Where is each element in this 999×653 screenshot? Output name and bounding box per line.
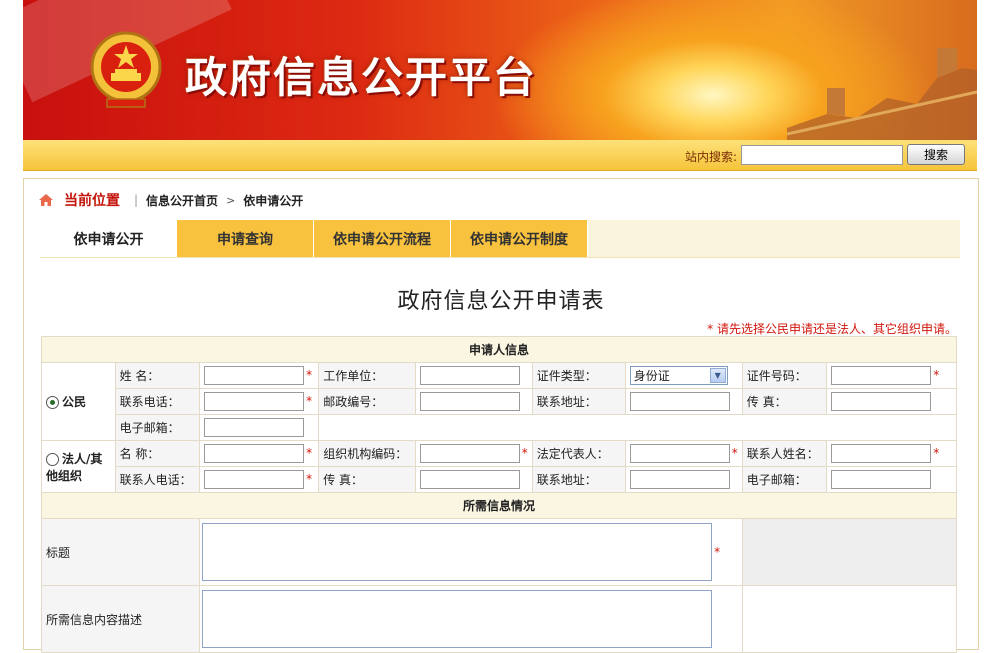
label-legal-rep: 法定代表人： (531, 440, 626, 467)
form-note: * 请先选择公民申请还是法人、其它组织申请。 (707, 322, 957, 336)
breadcrumb: 当前位置 | 信息公开首页 > 依申请公开 (38, 190, 303, 210)
breadcrumb-separator: | (134, 193, 139, 207)
header-banner: 政府信息公开平台 (23, 0, 977, 140)
search-button[interactable]: 搜索 (907, 144, 965, 165)
tab-application-query[interactable]: 申请查询 (177, 220, 314, 257)
org-code-input[interactable] (419, 444, 520, 463)
org-email-input[interactable] (831, 470, 932, 489)
breadcrumb-home-link[interactable]: 信息公开首页 (146, 192, 218, 209)
chevron-right-icon: > (226, 193, 236, 207)
citizen-email-input[interactable] (204, 418, 305, 437)
home-icon (39, 194, 53, 206)
description-textarea[interactable] (202, 590, 713, 648)
label-id-number: 证件号码： (741, 362, 828, 389)
applicant-section-header: 申请人信息 (41, 336, 957, 363)
label-org-fax: 传 真： (318, 466, 416, 493)
empty-cell (318, 414, 957, 441)
breadcrumb-current-page[interactable]: 依申请公开 (243, 192, 303, 209)
label-name: 姓 名： (114, 362, 201, 389)
label-org-email: 电子邮箱： (741, 466, 828, 493)
label-contact-phone: 联系人电话： (114, 466, 201, 493)
contact-phone-input[interactable] (204, 470, 305, 489)
label-org-code: 组织机构编码： (318, 440, 416, 467)
label-postcode: 邮政编号： (318, 388, 416, 415)
required-mark: * (714, 544, 721, 559)
label-id-type: 证件类型： (531, 362, 626, 389)
citizen-address-input[interactable] (629, 392, 730, 411)
id-number-input[interactable] (831, 366, 932, 385)
label-fax: 传 真： (741, 388, 828, 415)
required-mark: * (521, 446, 528, 460)
citizen-option[interactable]: 公民 (41, 362, 116, 441)
required-mark: * (306, 472, 313, 486)
required-mark: * (933, 446, 940, 460)
empty-cell (741, 518, 958, 586)
org-option[interactable]: 法人/其 他组织 (41, 440, 116, 493)
platform-title: 政府信息公开平台 (185, 53, 538, 102)
required-mark: * (306, 368, 313, 382)
id-type-select[interactable]: 身份证 ▼ (629, 366, 728, 385)
tab-disclosure-rules[interactable]: 依申请公开制度 (451, 220, 588, 257)
label-org-address: 联系地址： (531, 466, 626, 493)
citizen-label: 公民 (62, 395, 87, 409)
main-content: 当前位置 | 信息公开首页 > 依申请公开 依申请公开 申请查询 依申请公开流程… (23, 178, 979, 653)
search-label: 站内搜索: (685, 150, 738, 164)
great-wall-image (787, 48, 977, 140)
label-description: 所需信息内容描述 (40, 585, 201, 653)
chevron-down-icon[interactable]: ▼ (709, 368, 726, 383)
label-org-name: 名 称： (114, 440, 201, 467)
required-mark: * (306, 394, 313, 408)
work-unit-input[interactable] (419, 366, 520, 385)
id-type-value: 身份证 (633, 369, 670, 383)
citizen-name-input[interactable] (204, 366, 305, 385)
required-mark: * (933, 368, 940, 382)
tab-apply-disclosure[interactable]: 依申请公开 (40, 220, 177, 257)
required-mark: * (306, 446, 313, 460)
org-address-input[interactable] (629, 470, 730, 489)
label-contact-name: 联系人姓名： (741, 440, 828, 467)
org-fax-input[interactable] (419, 470, 520, 489)
org-name-input[interactable] (204, 444, 305, 463)
org-radio[interactable] (46, 452, 59, 466)
org-label-line2: 他组织 (46, 468, 83, 483)
info-section-header: 所需信息情况 (41, 492, 957, 519)
label-work-unit: 工作单位： (318, 362, 416, 389)
postcode-input[interactable] (419, 392, 520, 411)
national-emblem-icon (90, 31, 162, 108)
citizen-radio[interactable] (46, 396, 59, 409)
label-address: 联系地址： (531, 388, 626, 415)
citizen-fax-input[interactable] (831, 392, 932, 411)
citizen-phone-input[interactable] (204, 392, 305, 411)
tab-bar: 依申请公开 申请查询 依申请公开流程 依申请公开制度 (40, 220, 960, 258)
org-label-line1: 法人/其 (62, 451, 103, 466)
label-title: 标题 (40, 518, 201, 586)
tab-disclosure-process[interactable]: 依申请公开流程 (314, 220, 451, 257)
application-form: 申请人信息 公民 姓 名： * 工作单位： 证件类型： 身份证 ▼ 证件号码： *… (40, 336, 958, 653)
label-phone: 联系电话： (114, 388, 201, 415)
search-bar: 站内搜索: 搜索 (23, 140, 977, 171)
required-mark: * (731, 446, 738, 460)
contact-name-input[interactable] (831, 444, 932, 463)
legal-rep-input[interactable] (629, 444, 730, 463)
title-textarea[interactable] (202, 523, 713, 581)
empty-cell (741, 585, 958, 653)
label-email: 电子邮箱： (114, 414, 201, 441)
form-title: 政府信息公开申请表 (397, 289, 605, 314)
current-position-label: 当前位置 (64, 193, 120, 209)
search-input[interactable] (741, 145, 903, 165)
